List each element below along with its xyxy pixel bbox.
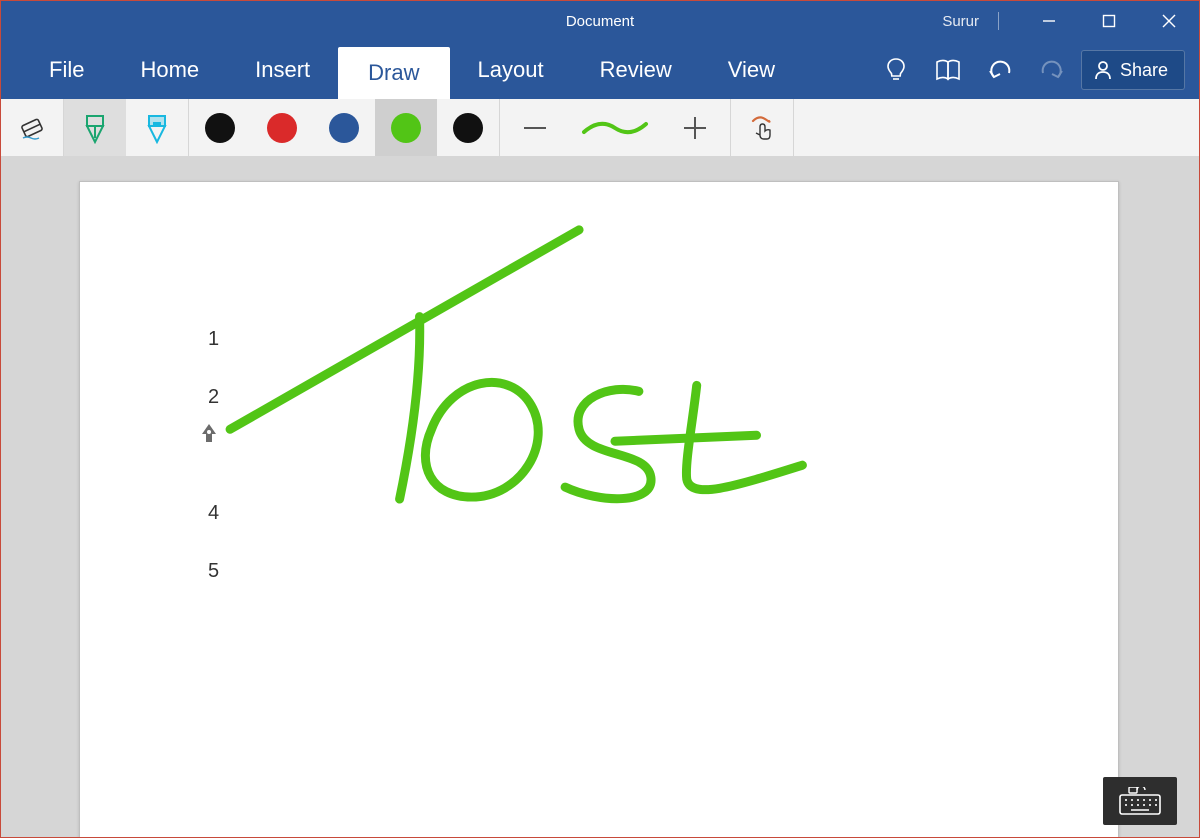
lightbulb-icon — [885, 57, 907, 83]
close-icon — [1162, 14, 1176, 28]
tab-label: View — [728, 57, 775, 83]
ribbon-right-actions: Share — [873, 41, 1185, 99]
tab-file[interactable]: File — [21, 41, 112, 99]
eraser-icon — [17, 113, 47, 143]
tab-label: Insert — [255, 57, 310, 83]
maximize-button[interactable] — [1079, 1, 1139, 41]
list-item[interactable]: 2 — [208, 368, 219, 426]
ribbon-tabs: File Home Insert Draw Layout Review View — [1, 41, 1199, 99]
red-swatch-icon — [267, 113, 297, 143]
document-page[interactable]: 1 2 4 5 — [79, 181, 1119, 837]
tab-insert[interactable]: Insert — [227, 41, 338, 99]
book-icon — [935, 59, 961, 81]
black-swatch-icon — [205, 113, 235, 143]
document-area[interactable]: 1 2 4 5 — [1, 157, 1199, 837]
color-wheel-icon — [453, 113, 483, 143]
close-button[interactable] — [1139, 1, 1199, 41]
color-green[interactable] — [375, 99, 437, 156]
minimize-button[interactable] — [1019, 1, 1079, 41]
color-black[interactable] — [189, 99, 251, 156]
tab-layout[interactable]: Layout — [450, 41, 572, 99]
redo-button[interactable] — [1029, 47, 1075, 93]
eraser-tool[interactable] — [1, 99, 63, 156]
tab-home[interactable]: Home — [112, 41, 227, 99]
list-item[interactable]: 1 — [208, 310, 219, 368]
draw-toolbar — [1, 99, 1199, 157]
minus-icon — [524, 127, 546, 129]
tab-review[interactable]: Review — [572, 41, 700, 99]
color-red[interactable] — [251, 99, 313, 156]
tab-label: File — [49, 57, 84, 83]
pen-tool[interactable] — [64, 99, 126, 156]
ink-layer — [80, 182, 1118, 837]
color-blue[interactable] — [313, 99, 375, 156]
list-item[interactable]: 5 — [208, 542, 219, 600]
cursor-icon — [200, 422, 218, 444]
draw-with-touch[interactable] — [731, 99, 793, 156]
toolbar-separator — [793, 99, 794, 156]
maximize-icon — [1102, 14, 1116, 28]
read-mode-button[interactable] — [925, 47, 971, 93]
touch-group — [731, 99, 794, 156]
minimize-icon — [1042, 14, 1056, 28]
window-controls — [1019, 1, 1199, 41]
tab-label: Review — [600, 57, 672, 83]
green-swatch-icon — [391, 113, 421, 143]
insertion-cursor — [200, 422, 218, 444]
touch-keyboard-button[interactable] — [1103, 777, 1177, 825]
thickness-increase[interactable] — [660, 99, 730, 156]
touch-draw-icon — [747, 113, 777, 143]
tab-view[interactable]: View — [700, 41, 803, 99]
undo-button[interactable] — [977, 47, 1023, 93]
titlebar: Document Surur — [1, 1, 1199, 41]
plus-icon — [684, 117, 706, 139]
keyboard-icon — [1119, 787, 1161, 815]
highlighter-tool[interactable] — [126, 99, 188, 156]
highlighter-icon — [144, 112, 170, 144]
blue-swatch-icon — [329, 113, 359, 143]
ink-strokes — [80, 182, 1118, 837]
undo-icon — [987, 59, 1013, 81]
list-item[interactable]: 4 — [208, 484, 219, 542]
share-label: Share — [1120, 60, 1168, 81]
redo-icon — [1039, 59, 1065, 81]
person-icon — [1094, 60, 1112, 80]
tool-group — [1, 99, 189, 156]
color-custom[interactable] — [437, 99, 499, 156]
pen-icon — [82, 112, 108, 144]
tab-label: Layout — [478, 57, 544, 83]
wave-icon — [580, 116, 650, 140]
thickness-group — [500, 99, 731, 156]
thickness-preview — [570, 99, 660, 156]
thickness-decrease[interactable] — [500, 99, 570, 156]
color-group — [189, 99, 500, 156]
tab-label: Draw — [368, 60, 419, 86]
share-button[interactable]: Share — [1081, 50, 1185, 90]
titlebar-divider — [998, 12, 999, 30]
tab-label: Home — [140, 57, 199, 83]
numbered-list: 1 2 4 5 — [208, 310, 219, 600]
tab-draw[interactable]: Draw — [338, 47, 449, 99]
user-name[interactable]: Surur — [942, 13, 979, 30]
tell-me-button[interactable] — [873, 47, 919, 93]
